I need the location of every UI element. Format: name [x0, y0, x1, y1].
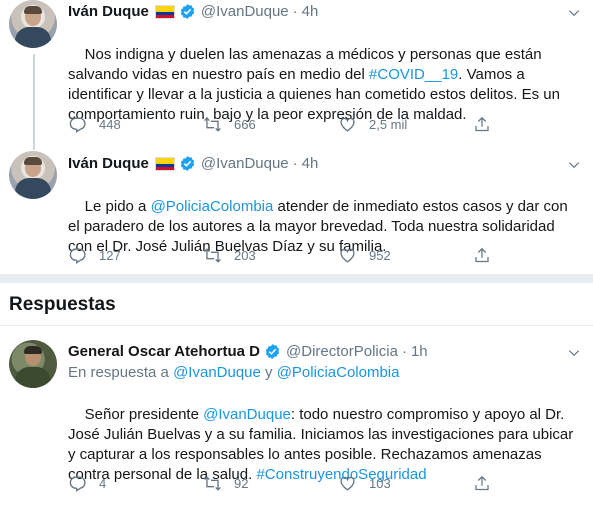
- thread-line: [33, 54, 35, 144]
- retweet-count: 92: [234, 475, 249, 491]
- avatar[interactable]: [9, 340, 57, 388]
- mention-link[interactable]: @PoliciaColombia: [277, 364, 400, 381]
- timestamp[interactable]: 4h: [302, 3, 319, 20]
- author-handle[interactable]: @IvanDuque: [201, 3, 289, 20]
- like-icon: [340, 117, 355, 132]
- verified-icon: [180, 156, 195, 171]
- separator-dot: ·: [292, 3, 298, 20]
- reply-icon: [69, 247, 86, 264]
- share-button[interactable]: [473, 114, 503, 134]
- share-icon: [475, 475, 489, 490]
- reply-count: 448: [99, 116, 121, 132]
- retweet-count: 666: [234, 116, 256, 132]
- retweet-button[interactable]: 92: [203, 473, 338, 493]
- reply-button[interactable]: 448: [68, 114, 203, 134]
- hashtag-link[interactable]: #COVID__19: [369, 66, 458, 83]
- reply-count: 4: [99, 475, 107, 491]
- retweet-icon: [204, 247, 221, 263]
- reply-count: 127: [99, 247, 121, 263]
- verified-icon: [180, 4, 195, 19]
- like-icon: [340, 476, 355, 491]
- chevron-down-icon[interactable]: [567, 346, 581, 360]
- author-name[interactable]: Iván Duque: [68, 155, 149, 172]
- separator-dot: ·: [292, 155, 298, 172]
- reply-button[interactable]: 127: [68, 245, 203, 265]
- reply-tweet[interactable]: General Oscar Atehortua D @DirectorPolic…: [0, 326, 593, 495]
- replies-heading: Respuestas: [9, 294, 116, 315]
- retweet-button[interactable]: 666: [203, 114, 338, 134]
- timestamp[interactable]: 4h: [302, 155, 319, 172]
- share-icon: [475, 247, 489, 262]
- avatar[interactable]: [9, 151, 57, 199]
- reply-icon: [69, 116, 86, 133]
- author-name[interactable]: General Oscar Atehortua D: [68, 343, 260, 360]
- avatar[interactable]: [9, 0, 57, 48]
- like-count: 952: [369, 247, 391, 263]
- mention-link[interactable]: @IvanDuque: [173, 364, 261, 381]
- reply-button[interactable]: 4: [68, 473, 203, 493]
- colombia-flag-icon: [154, 156, 175, 171]
- chevron-down-icon[interactable]: [567, 6, 581, 20]
- reply-icon: [69, 475, 86, 492]
- replying-to: En respuesta a @IvanDuque y @PoliciaColo…: [68, 364, 400, 381]
- thread-line: [33, 142, 35, 150]
- mention-link[interactable]: @PoliciaColombia: [151, 198, 274, 215]
- mention-link[interactable]: @IvanDuque: [203, 406, 291, 423]
- retweet-button[interactable]: 203: [203, 245, 338, 265]
- author-handle[interactable]: @IvanDuque: [201, 155, 289, 172]
- tweet-1[interactable]: Iván Duque @IvanDuque · 4h Nos indigna y…: [0, 0, 593, 144]
- verified-icon: [265, 344, 280, 359]
- share-button[interactable]: [473, 473, 503, 493]
- chevron-down-icon[interactable]: [567, 158, 581, 172]
- retweet-count: 203: [234, 247, 256, 263]
- share-icon: [475, 116, 489, 131]
- retweet-icon: [204, 116, 221, 132]
- like-count: 103: [369, 475, 391, 491]
- like-count: 2,5 mil: [369, 116, 408, 132]
- section-divider: [0, 274, 593, 283]
- retweet-icon: [204, 475, 221, 491]
- like-button[interactable]: 952: [338, 245, 473, 265]
- author-handle[interactable]: @DirectorPolicia: [286, 343, 398, 360]
- like-icon: [340, 248, 355, 263]
- colombia-flag-icon: [154, 4, 175, 19]
- like-button[interactable]: 103: [338, 473, 473, 493]
- separator-dot: ·: [401, 343, 407, 360]
- like-button[interactable]: 2,5 mil: [338, 114, 473, 134]
- author-name[interactable]: Iván Duque: [68, 3, 149, 20]
- timestamp[interactable]: 1h: [411, 343, 428, 360]
- share-button[interactable]: [473, 245, 503, 265]
- tweet-2[interactable]: Iván Duque @IvanDuque · 4h Le pido a @Po…: [0, 142, 593, 274]
